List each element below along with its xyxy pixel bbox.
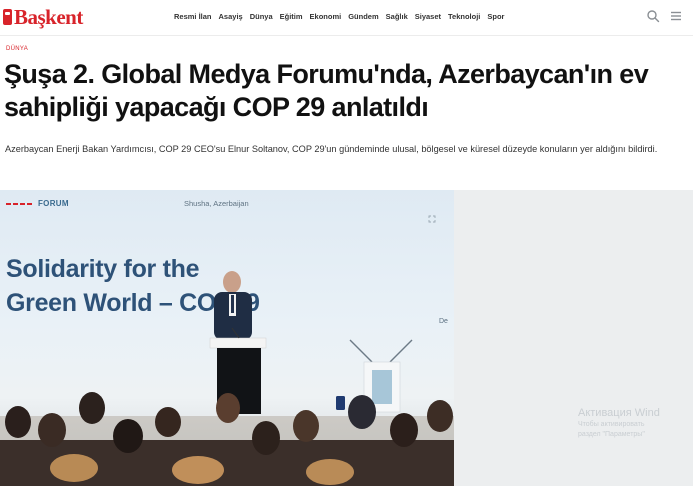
nav-item-teknoloji[interactable]: Teknoloji	[448, 12, 480, 21]
activation-line-1: Активация Wind	[578, 407, 660, 419]
article-summary: Azerbaycan Enerji Bakan Yardımcısı, COP …	[5, 144, 658, 154]
activation-line-2: Чтобы активировать	[578, 421, 645, 428]
nav-item-spor[interactable]: Spor	[487, 12, 504, 21]
windows-activation-watermark: Активация Wind Чтобы активировать раздел…	[578, 406, 660, 440]
nav-item-gundem[interactable]: Gündem	[348, 12, 378, 21]
site-header: Başkent Resmi İlan Asayiş Dünya Eğitim E…	[0, 0, 693, 36]
site-logo[interactable]: Başkent	[3, 5, 83, 29]
nav-item-asayis[interactable]: Asayiş	[219, 12, 243, 21]
header-actions	[646, 9, 683, 23]
article-photo: FORUM Shusha, Azerbaijan Solidarity for …	[0, 190, 454, 486]
article-category[interactable]: DÜNYA	[6, 46, 28, 52]
menu-icon[interactable]	[669, 9, 683, 23]
nav-item-dunya[interactable]: Dünya	[250, 12, 273, 21]
main-nav: Resmi İlan Asayiş Dünya Eğitim Ekonomi G…	[174, 12, 504, 21]
conference-scene	[0, 271, 454, 486]
logo-mark-icon	[3, 9, 12, 25]
nav-item-ekonomi[interactable]: Ekonomi	[310, 12, 342, 21]
article-title: Şuşa 2. Global Medya Forumu'nda, Azerbay…	[4, 59, 649, 122]
nav-item-egitim[interactable]: Eğitim	[280, 12, 303, 21]
activation-line-3: раздел "Параметры"	[578, 431, 645, 438]
nav-item-saglik[interactable]: Sağlık	[386, 12, 408, 21]
search-icon[interactable]	[646, 9, 660, 23]
logo-text: Başkent	[14, 5, 83, 29]
photo-right-pane	[454, 190, 693, 486]
nav-item-siyaset[interactable]: Siyaset	[415, 12, 441, 21]
nav-item-resmi-ilan[interactable]: Resmi İlan	[174, 12, 212, 21]
